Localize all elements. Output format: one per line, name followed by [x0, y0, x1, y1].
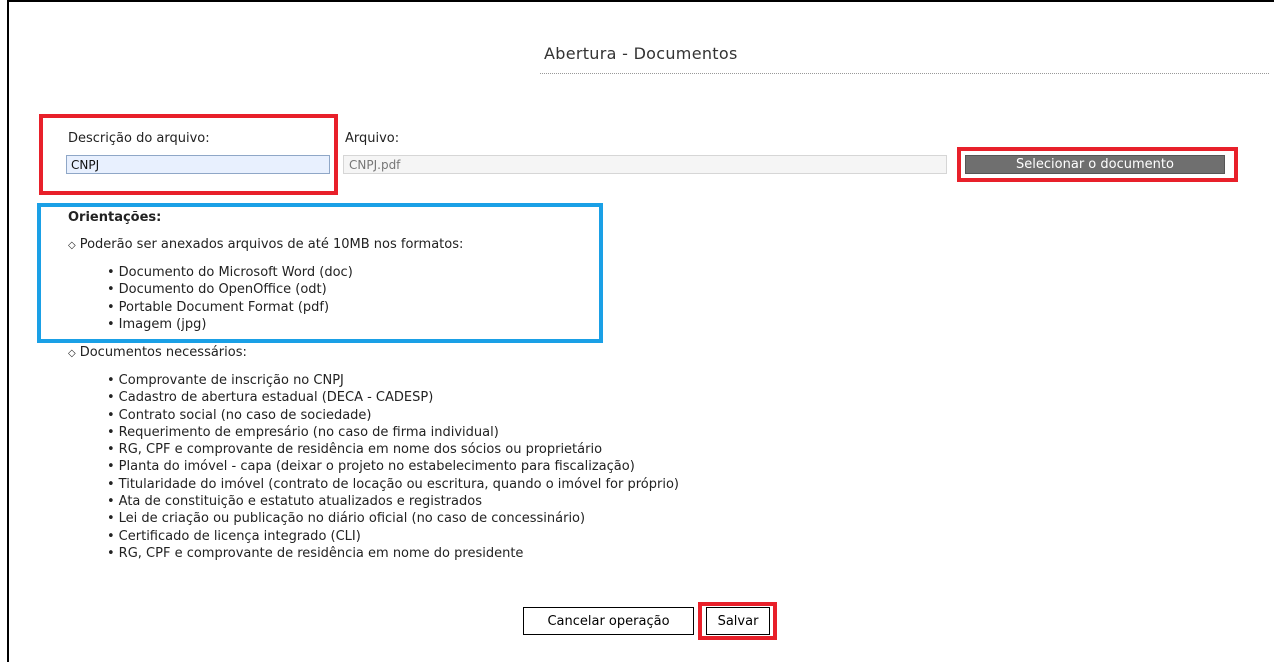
list-item: RG, CPF e comprovante de residência em n…	[107, 545, 679, 562]
file-label: Arquivo:	[345, 131, 400, 146]
list-item: RG, CPF e comprovante de residência em n…	[107, 441, 679, 458]
highlight-box-description	[39, 114, 338, 195]
required-intro: ◇ Documentos necessários:	[68, 345, 247, 360]
required-documents-list: Comprovante de inscrição no CNPJ Cadastr…	[107, 372, 679, 562]
list-item: Requerimento de empresário (no caso de f…	[107, 424, 679, 441]
highlight-box-guidance	[37, 203, 603, 343]
highlight-box-select-button	[957, 147, 1238, 182]
list-item: Lei de criação ou publicação no diário o…	[107, 510, 679, 527]
list-item: Planta do imóvel - capa (deixar o projet…	[107, 458, 679, 475]
list-item: Ata de constituição e estatuto atualizad…	[107, 493, 679, 510]
list-item: Certificado de licença integrado (CLI)	[107, 528, 679, 545]
list-item: Titularidade do imóvel (contrato de loca…	[107, 476, 679, 493]
page-title: Abertura - Documentos	[544, 44, 738, 63]
list-item: Comprovante de inscrição no CNPJ	[107, 372, 679, 389]
list-item: Cadastro de abertura estadual (DECA - CA…	[107, 389, 679, 406]
required-intro-text: Documentos necessários:	[79, 345, 247, 360]
list-item: Contrato social (no caso de sociedade)	[107, 407, 679, 424]
title-divider	[540, 73, 1269, 74]
cancel-button[interactable]: Cancelar operação	[523, 607, 694, 635]
diamond-bullet-icon: ◇	[68, 348, 76, 359]
file-path-field[interactable]	[343, 155, 947, 174]
highlight-box-save-button	[698, 602, 777, 640]
